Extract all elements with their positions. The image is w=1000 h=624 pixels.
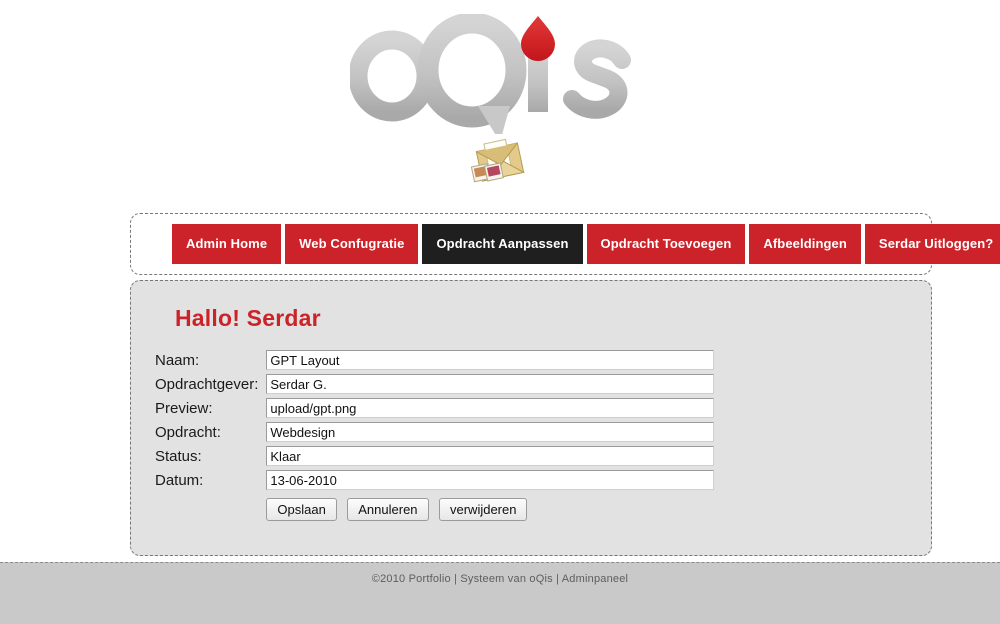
nav-item-admin-home[interactable]: Admin Home: [172, 224, 282, 264]
nav-item-opdracht-aanpassen[interactable]: Opdracht Aanpassen: [422, 224, 583, 264]
opdracht-form: Naam: Opdrachtgever: Preview: Opdracht: …: [155, 350, 715, 525]
form-row-opdracht: Opdracht:: [155, 422, 715, 446]
form-row-datum: Datum:: [155, 470, 715, 494]
label-opdrachtgever: Opdrachtgever:: [155, 375, 259, 393]
nav-item-logout[interactable]: Serdar Uitloggen?: [864, 224, 1000, 264]
label-opdracht: Opdracht:: [155, 423, 221, 441]
cancel-button[interactable]: Annuleren: [347, 498, 429, 521]
footer-text: ©2010 Portfolio | Systeem van oQis | Adm…: [371, 573, 629, 585]
envelope-photos-icon: [470, 138, 526, 183]
input-naam[interactable]: [266, 350, 715, 370]
admin-nav-items: Admin Home Web Confugratie Opdracht Aanp…: [131, 214, 1000, 274]
nav-item-opdracht-toevoegen[interactable]: Opdracht Toevoegen: [586, 224, 746, 264]
input-status[interactable]: [266, 446, 715, 466]
page-footer: ©2010 Portfolio | Systeem van oQis | Adm…: [0, 562, 1000, 624]
nav-item-web-confugratie[interactable]: Web Confugratie: [285, 224, 419, 264]
logo-droplet-icon: [521, 16, 555, 61]
form-row-preview: Preview:: [155, 398, 715, 422]
mail-icon-container: [0, 133, 1000, 195]
label-naam: Naam:: [155, 351, 200, 369]
page-header: [0, 0, 1000, 139]
input-preview[interactable]: [266, 398, 715, 418]
admin-content-panel: Hallo! Serdar Naam: Opdrachtgever: Previ…: [130, 280, 932, 556]
input-opdrachtgever[interactable]: [266, 374, 715, 394]
label-datum: Datum:: [155, 471, 204, 489]
save-button[interactable]: Opslaan: [266, 498, 337, 521]
logo-graphic: [350, 14, 631, 134]
form-row-buttons: Opslaan Annuleren verwijderen: [155, 494, 714, 525]
label-status: Status:: [155, 447, 202, 465]
input-opdracht[interactable]: [266, 422, 715, 442]
oqis-logo: [350, 14, 650, 134]
page-title: Hallo! Serdar: [175, 305, 321, 331]
label-preview: Preview:: [155, 399, 213, 417]
nav-item-afbeeldingen[interactable]: Afbeeldingen: [749, 224, 861, 264]
form-row-naam: Naam:: [155, 350, 715, 374]
admin-nav-bar: Admin Home Web Confugratie Opdracht Aanp…: [130, 213, 1000, 275]
delete-button[interactable]: verwijderen: [439, 498, 528, 521]
form-row-status: Status:: [155, 446, 715, 470]
form-row-opdrachtgever: Opdrachtgever:: [155, 374, 715, 398]
input-datum[interactable]: [266, 470, 715, 490]
